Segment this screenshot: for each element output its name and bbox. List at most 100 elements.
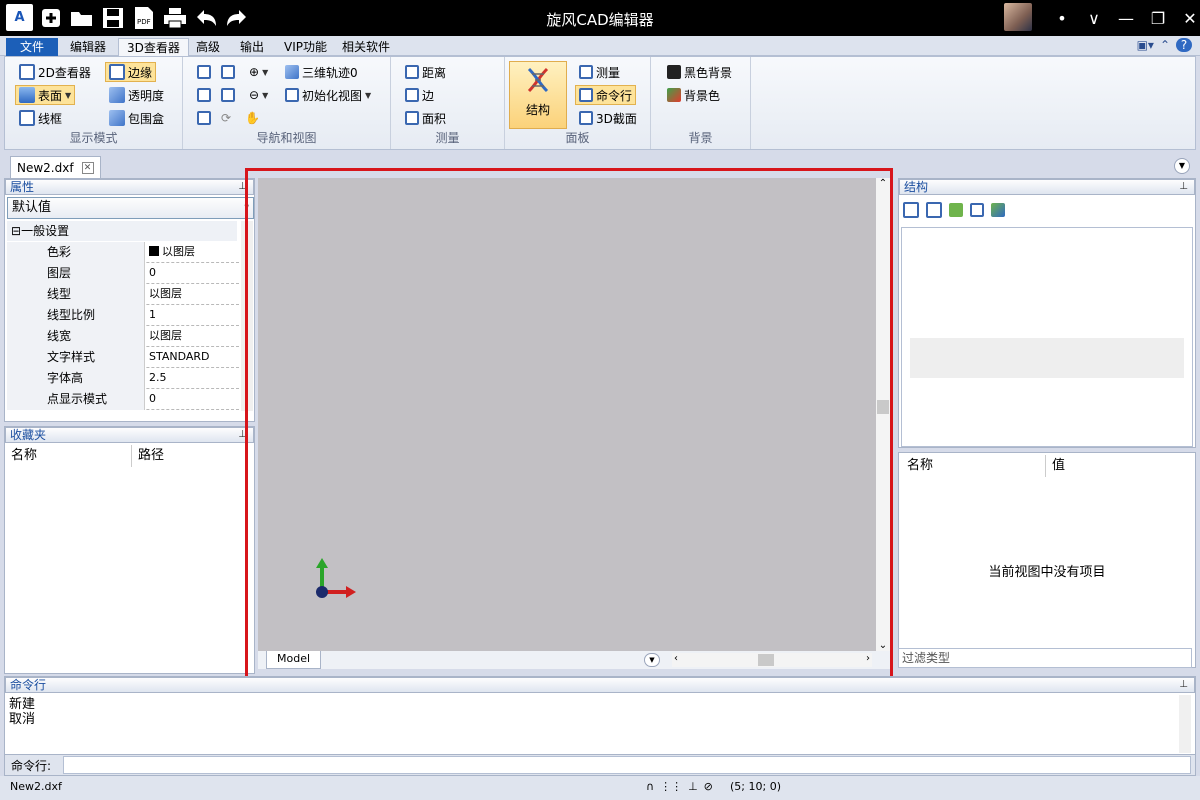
ortho-icon[interactable]: ⊥	[688, 780, 698, 793]
property-row[interactable]: 色彩 以图层	[7, 242, 239, 263]
viewport-hscrollbar[interactable]: ‹ ›	[672, 653, 872, 667]
filter-type-input[interactable]: 过滤类型	[898, 648, 1192, 668]
btn-hand-pan[interactable]: ✋	[241, 108, 264, 128]
values-col-name[interactable]: 名称	[907, 455, 933, 477]
btn-transparency[interactable]: 透明度	[105, 85, 168, 105]
help-icon[interactable]: ?	[1176, 38, 1192, 52]
property-row[interactable]: 线型 以图层	[7, 284, 239, 305]
3d-viewport[interactable]	[258, 178, 876, 651]
btn-select[interactable]	[193, 108, 215, 128]
properties-header: 属性 ⊥	[5, 179, 254, 195]
grid-icon[interactable]: ⋮⋮	[660, 780, 682, 793]
split-view-icon[interactable]	[926, 202, 942, 218]
select-icon	[197, 111, 211, 125]
chevron-down-icon[interactable]: ▼	[1174, 158, 1190, 174]
btn-zoom-in[interactable]: ⊕ ▼	[245, 62, 272, 82]
scroll-left-icon[interactable]: ‹	[674, 653, 678, 664]
pin-icon[interactable]: ⊥	[1179, 678, 1188, 692]
command-line-icon	[579, 88, 593, 102]
close-icon[interactable]: ✕	[1174, 6, 1200, 30]
btn-3d-orbit[interactable]: 三维轨迹0	[281, 62, 362, 82]
btn-2d-viewer[interactable]: 2D查看器	[15, 62, 95, 82]
btn-surface[interactable]: 表面 ▼	[15, 85, 76, 105]
scroll-thumb[interactable]	[758, 654, 774, 666]
btn-pan-view[interactable]	[193, 62, 215, 82]
close-icon[interactable]: ✕	[81, 161, 94, 174]
polar-icon[interactable]: ⊘	[704, 780, 713, 793]
color-swatch	[149, 246, 159, 256]
property-row[interactable]: 线宽 以图层	[7, 326, 239, 347]
structure-tree[interactable]	[901, 227, 1193, 447]
collapse-icon[interactable]: ⊟	[11, 224, 21, 238]
chevron-down-icon[interactable]: ▼	[644, 653, 660, 667]
group-label: 显示模式	[69, 131, 118, 145]
btn-area[interactable]: 面积	[401, 108, 450, 128]
minimize-ribbon-icon[interactable]: ⌃	[1160, 38, 1170, 52]
btn-command-line[interactable]: 命令行	[575, 85, 637, 105]
btn-structure[interactable]: 结构	[509, 61, 567, 129]
group-label: 面板	[565, 131, 590, 145]
tab-output[interactable]: 输出	[232, 38, 272, 56]
btn-distance[interactable]: 距离	[401, 62, 450, 82]
btn-panel-measure[interactable]: 测量	[575, 62, 624, 82]
scroll-right-icon[interactable]: ›	[866, 653, 870, 664]
btn-edge[interactable]: 边缘	[105, 62, 157, 82]
style-menu-icon[interactable]: ▣▾	[1137, 38, 1154, 52]
property-row[interactable]: 点显示模式 0	[7, 389, 239, 410]
command-panel: 命令行 ⊥ 新建 取消	[4, 676, 1196, 756]
area-icon	[405, 111, 419, 125]
property-row[interactable]: 字体高 2.5	[7, 368, 239, 389]
snap-icon[interactable]: ∩	[646, 780, 654, 793]
command-input[interactable]	[63, 756, 1191, 774]
refresh-icon[interactable]	[949, 203, 963, 217]
maximize-icon[interactable]: ❐	[1142, 6, 1174, 30]
structure-toolbar	[901, 199, 1005, 221]
scroll-down-icon[interactable]: ⌄	[876, 640, 890, 651]
btn-measure-edge[interactable]: 边	[401, 85, 438, 105]
btn-zoom-out[interactable]: ⊖ ▼	[245, 85, 272, 105]
group-navigation: ⊕ ▼ 三维轨迹0 ⊖ ▼ 初始化视图 ▼ ⟳ ✋ 导航和视图	[183, 57, 391, 149]
btn-fit-view[interactable]	[193, 85, 215, 105]
values-col-value[interactable]: 值	[1045, 455, 1065, 477]
tab-3d-viewer[interactable]: 3D查看器	[118, 38, 189, 56]
pin-icon[interactable]: ⊥	[1179, 180, 1188, 194]
user-avatar[interactable]	[1004, 3, 1032, 31]
btn-init-view[interactable]: 初始化视图 ▼	[281, 85, 375, 105]
export-icon[interactable]	[991, 203, 1005, 217]
btn-wireframe[interactable]: 线框	[15, 108, 66, 128]
btn-bounding-box[interactable]: 包围盒	[105, 108, 168, 128]
property-row[interactable]: 线型比例 1	[7, 305, 239, 326]
properties-icon[interactable]	[970, 203, 984, 217]
tab-editor[interactable]: 编辑器	[62, 38, 114, 56]
property-row[interactable]: 文字样式 STANDARD	[7, 347, 239, 368]
tab-advanced[interactable]: 高级	[188, 38, 228, 56]
tab-file[interactable]: 文件	[6, 38, 58, 56]
view-icon	[197, 65, 211, 79]
help-dot-icon[interactable]: •	[1046, 6, 1078, 30]
properties-combo[interactable]: 默认值 ∨	[7, 197, 254, 219]
tab-related-software[interactable]: 相关软件	[334, 38, 398, 56]
btn-3d-section[interactable]: 3D截面	[575, 108, 641, 128]
minimize-icon[interactable]: —	[1110, 6, 1142, 30]
btn-rotate[interactable]: ⟳	[217, 108, 235, 128]
scroll-thumb[interactable]	[877, 400, 889, 414]
btn-zoom-extents[interactable]	[217, 85, 239, 105]
tab-vip[interactable]: VIP功能	[276, 38, 335, 56]
category-general[interactable]: ⊟一般设置	[7, 221, 237, 241]
favorites-col-name[interactable]: 名称	[11, 445, 37, 467]
command-scrollbar[interactable]	[1179, 695, 1191, 753]
btn-black-background[interactable]: 黑色背景	[663, 62, 736, 82]
zoom-out-icon: ⊖	[249, 88, 260, 102]
distance-icon	[405, 65, 419, 79]
property-row[interactable]: 图层 0	[7, 263, 239, 284]
favorites-col-path[interactable]: 路径	[131, 445, 164, 467]
list-view-icon[interactable]	[903, 202, 919, 218]
chevron-down-icon[interactable]: ∨	[1078, 6, 1110, 30]
btn-background-color[interactable]: 背景色	[663, 85, 724, 105]
document-tab[interactable]: New2.dxf ✕	[10, 156, 101, 178]
viewport-vscrollbar[interactable]: ⌃ ⌄	[876, 178, 890, 651]
favorites-header: 收藏夹 ⊥	[5, 427, 254, 443]
scroll-up-icon[interactable]: ⌃	[876, 178, 890, 189]
tab-model[interactable]: Model	[266, 651, 322, 669]
btn-zoom-window[interactable]	[217, 62, 239, 82]
